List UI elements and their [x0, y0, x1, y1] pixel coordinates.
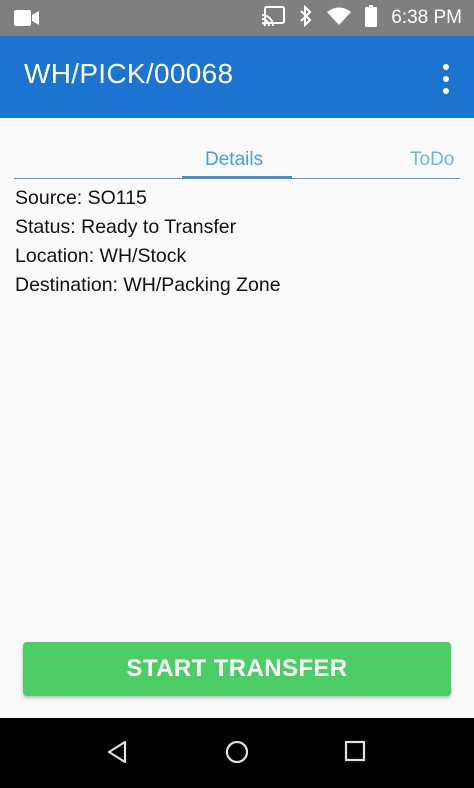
- wifi-icon: [327, 7, 352, 30]
- recents-icon[interactable]: [344, 740, 366, 767]
- content-area: Details ToDo Source: SO115 Status: Ready…: [0, 118, 474, 718]
- page-title: WH/PICK/00068: [24, 58, 234, 89]
- video-camera-icon: [14, 9, 40, 32]
- app-bar: WH/PICK/00068: [0, 36, 474, 118]
- location-text: Location: WH/Stock: [15, 245, 187, 267]
- details-panel: Source: SO115 Status: Ready to Transfer …: [15, 184, 281, 300]
- battery-icon: [365, 4, 378, 32]
- home-icon[interactable]: [225, 740, 249, 769]
- tab-selected-indicator: [182, 176, 292, 179]
- more-vertical-icon[interactable]: [438, 64, 454, 94]
- tab-todo[interactable]: ToDo: [410, 149, 454, 171]
- status-time: 6:38 PM: [391, 7, 462, 28]
- bluetooth-icon: [299, 4, 313, 32]
- start-transfer-button[interactable]: START TRANSFER: [23, 642, 451, 696]
- source-text: Source: SO115: [15, 187, 147, 209]
- status-text: Status: Ready to Transfer: [15, 216, 237, 238]
- tab-bar: Details ToDo: [0, 143, 474, 181]
- status-bar: 6:38 PM: [0, 0, 474, 36]
- tab-details[interactable]: Details: [205, 149, 263, 171]
- navigation-bar: [0, 718, 474, 788]
- back-icon[interactable]: [106, 740, 128, 769]
- cast-icon: [261, 5, 286, 31]
- destination-text: Destination: WH/Packing Zone: [15, 274, 281, 296]
